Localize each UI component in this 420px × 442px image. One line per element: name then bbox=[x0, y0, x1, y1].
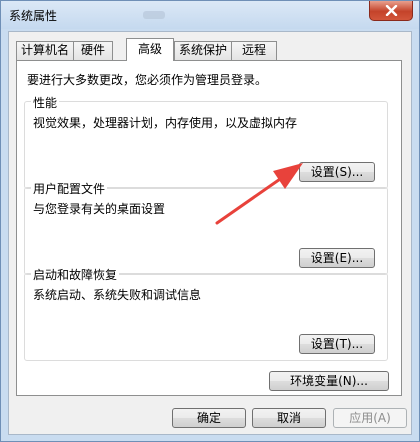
performance-group: 性能 视觉效果，处理器计划，内存使用，以及虚拟内存 设置(S)... bbox=[24, 94, 388, 189]
startup-recovery-group: 启动和故障恢复 系统启动、系统失败和调试信息 设置(T)... bbox=[24, 266, 388, 361]
startup-recovery-description: 系统启动、系统失败和调试信息 bbox=[33, 288, 202, 302]
window-title: 系统属性 bbox=[9, 9, 58, 23]
performance-description: 视觉效果，处理器计划，内存使用，以及虚拟内存 bbox=[33, 116, 298, 130]
user-profiles-group: 用户配置文件 与您登录有关的桌面设置 设置(E)... bbox=[24, 180, 388, 275]
close-button[interactable] bbox=[369, 1, 413, 21]
performance-title: 性能 bbox=[31, 94, 60, 111]
apply-button[interactable]: 应用(A) bbox=[333, 408, 407, 428]
user-profiles-settings-button[interactable]: 设置(E)... bbox=[299, 248, 375, 268]
environment-variables-button[interactable]: 环境变量(N)... bbox=[269, 371, 389, 391]
tab-hardware[interactable]: 硬件 bbox=[73, 41, 113, 60]
advanced-tab-panel: 要进行大多数更改，您必须作为管理员登录。 性能 视觉效果，处理器计划，内存使用，… bbox=[16, 60, 402, 396]
tab-remote[interactable]: 远程 bbox=[231, 41, 277, 60]
close-icon bbox=[385, 5, 398, 16]
tab-system-protection[interactable]: 系统保护 bbox=[174, 41, 232, 60]
system-properties-window: 系统属性 计算机名 硬件 高级 系统保护 远程 要进行大多数更改，您必须作为管理… bbox=[0, 0, 420, 442]
tab-advanced[interactable]: 高级 bbox=[126, 38, 174, 61]
startup-recovery-settings-button[interactable]: 设置(T)... bbox=[299, 334, 375, 354]
user-profiles-title: 用户配置文件 bbox=[31, 180, 108, 197]
dialog-client: 计算机名 硬件 高级 系统保护 远程 要进行大多数更改，您必须作为管理员登录。 … bbox=[8, 31, 412, 435]
startup-recovery-title: 启动和故障恢复 bbox=[31, 266, 120, 283]
red-arrow-annotation bbox=[215, 163, 303, 225]
ok-button[interactable]: 确定 bbox=[172, 408, 246, 428]
title-bar[interactable]: 系统属性 bbox=[1, 1, 419, 29]
admin-note: 要进行大多数更改，您必须作为管理员登录。 bbox=[27, 73, 268, 87]
blurred-title-region bbox=[143, 11, 165, 19]
cancel-button[interactable]: 取消 bbox=[252, 408, 326, 428]
user-profiles-description: 与您登录有关的桌面设置 bbox=[33, 202, 166, 216]
tab-computer-name[interactable]: 计算机名 bbox=[16, 41, 74, 60]
